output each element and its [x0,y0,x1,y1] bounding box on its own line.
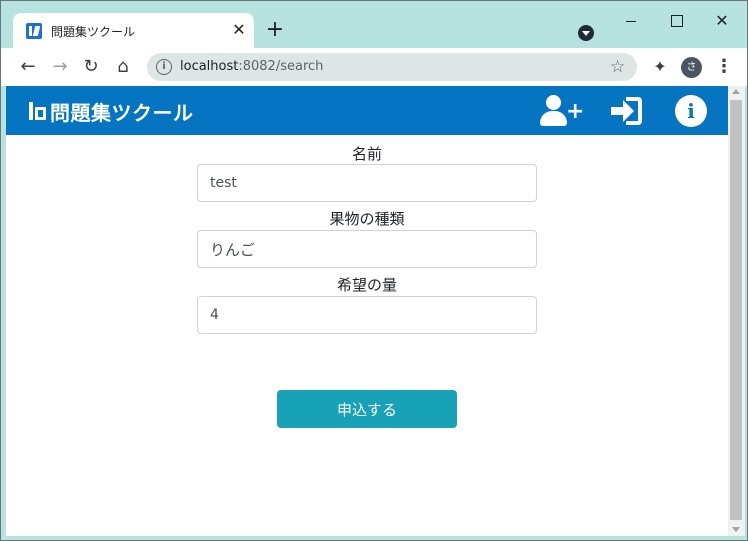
back-icon[interactable]: ← [18,57,38,77]
sign-in-icon[interactable] [610,95,646,127]
name-label: 名前 [351,145,382,163]
forward-icon[interactable]: → [50,57,70,77]
url-text[interactable]: localhost:8082/search [180,59,323,74]
maximize-button[interactable] [666,11,686,31]
browser-window: 問題集ツクール ✕ + ✕ ← → ↻ ⌂ i localhost:8082/s… [0,0,748,541]
site-info-icon[interactable]: i [156,59,172,75]
browser-toolbar: ← → ↻ ⌂ i localhost:8082/search ☆ ✦ さ ⋮ [1,48,747,86]
tab-search-icon[interactable] [578,25,594,41]
reload-icon[interactable]: ↻ [81,57,101,77]
page-scrollbar[interactable] [728,86,745,536]
page-viewport: 問題集ツクール + i 名前 果物の種類 希望の量 申込する [6,86,728,536]
info-icon[interactable]: i [675,95,707,127]
address-bar[interactable]: i localhost:8082/search ☆ [147,53,637,81]
app-logo-icon [26,23,42,39]
new-tab-button[interactable]: + [265,19,285,41]
brand-title: 問題集ツクール [50,100,194,125]
browser-menu-icon[interactable]: ⋮ [714,57,734,77]
brand-link[interactable]: 問題集ツクール [28,98,194,125]
app-header: 問題集ツクール + i [6,86,728,135]
bookmark-star-icon[interactable]: ☆ [610,57,625,77]
submit-button[interactable]: 申込する [277,390,457,428]
scroll-down-arrow-icon[interactable] [732,527,740,532]
app-logo-icon [28,101,48,121]
add-user-icon[interactable]: + [538,95,584,127]
tab-strip: 問題集ツクール ✕ + ✕ [1,1,747,49]
tab-title: 問題集ツクール [51,25,136,39]
browser-tab[interactable]: 問題集ツクール ✕ [13,13,254,49]
fruit-type-label: 果物の種類 [329,210,405,228]
home-icon[interactable]: ⌂ [113,57,133,77]
name-field[interactable] [197,164,537,202]
minimize-button[interactable] [621,11,641,31]
scroll-thumb[interactable] [730,100,742,520]
extensions-icon[interactable]: ✦ [650,57,670,77]
quantity-field[interactable] [197,296,537,334]
url-host: localhost [180,59,239,74]
quantity-label: 希望の量 [336,276,397,294]
url-path: :8082/search [238,59,324,74]
profile-avatar[interactable]: さ [681,57,702,78]
tab-close-button[interactable]: ✕ [230,21,248,39]
scroll-up-arrow-icon[interactable] [732,89,740,94]
fruit-type-field[interactable] [197,230,537,268]
window-close-button[interactable]: ✕ [712,11,732,31]
